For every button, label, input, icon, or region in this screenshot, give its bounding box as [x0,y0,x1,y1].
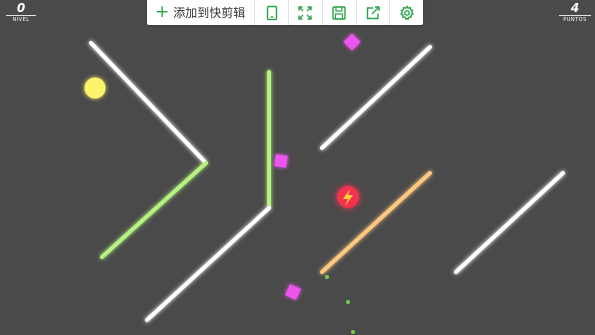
gem-bottom [285,284,301,300]
wall-orange-diagonal [320,171,432,274]
tablet-icon [266,5,277,20]
wall-green-diagonal [100,161,208,259]
save-icon [332,5,346,20]
level-label: NIVEL [12,17,30,23]
game-stage[interactable] [0,0,595,335]
share-icon [366,5,380,19]
particle [351,330,355,334]
share-button[interactable] [357,0,391,25]
tablet-button[interactable] [255,0,290,25]
level-value: 0 [16,1,26,15]
particle [325,275,329,279]
points-counter: 4 PUNTOS [559,2,591,23]
wall-white-far-right [454,171,565,274]
clip-toolbar: + 添加到快剪辑 [147,0,423,25]
level-counter: 0 NIVEL [6,2,36,23]
points-value: 4 [570,1,580,15]
plus-icon: + [155,2,170,22]
add-to-clip-button[interactable]: + 添加到快剪辑 [147,0,256,25]
particle [346,300,350,304]
wall-white-diagonal-left [89,41,208,165]
ball [84,77,106,99]
settings-icon [399,4,414,20]
wall-white-upper-right [320,45,432,150]
save-button[interactable] [323,0,357,25]
points-label: PUNTOS [563,17,587,23]
settings-button[interactable] [390,0,423,25]
gem-top [343,33,361,51]
wall-white-lower [145,206,271,322]
fullscreen-button[interactable] [289,0,323,25]
points-underline [559,15,591,16]
fullscreen-icon [298,5,313,20]
gem-middle [274,154,288,168]
level-underline [6,15,36,16]
add-to-clip-label: 添加到快剪辑 [173,6,246,20]
